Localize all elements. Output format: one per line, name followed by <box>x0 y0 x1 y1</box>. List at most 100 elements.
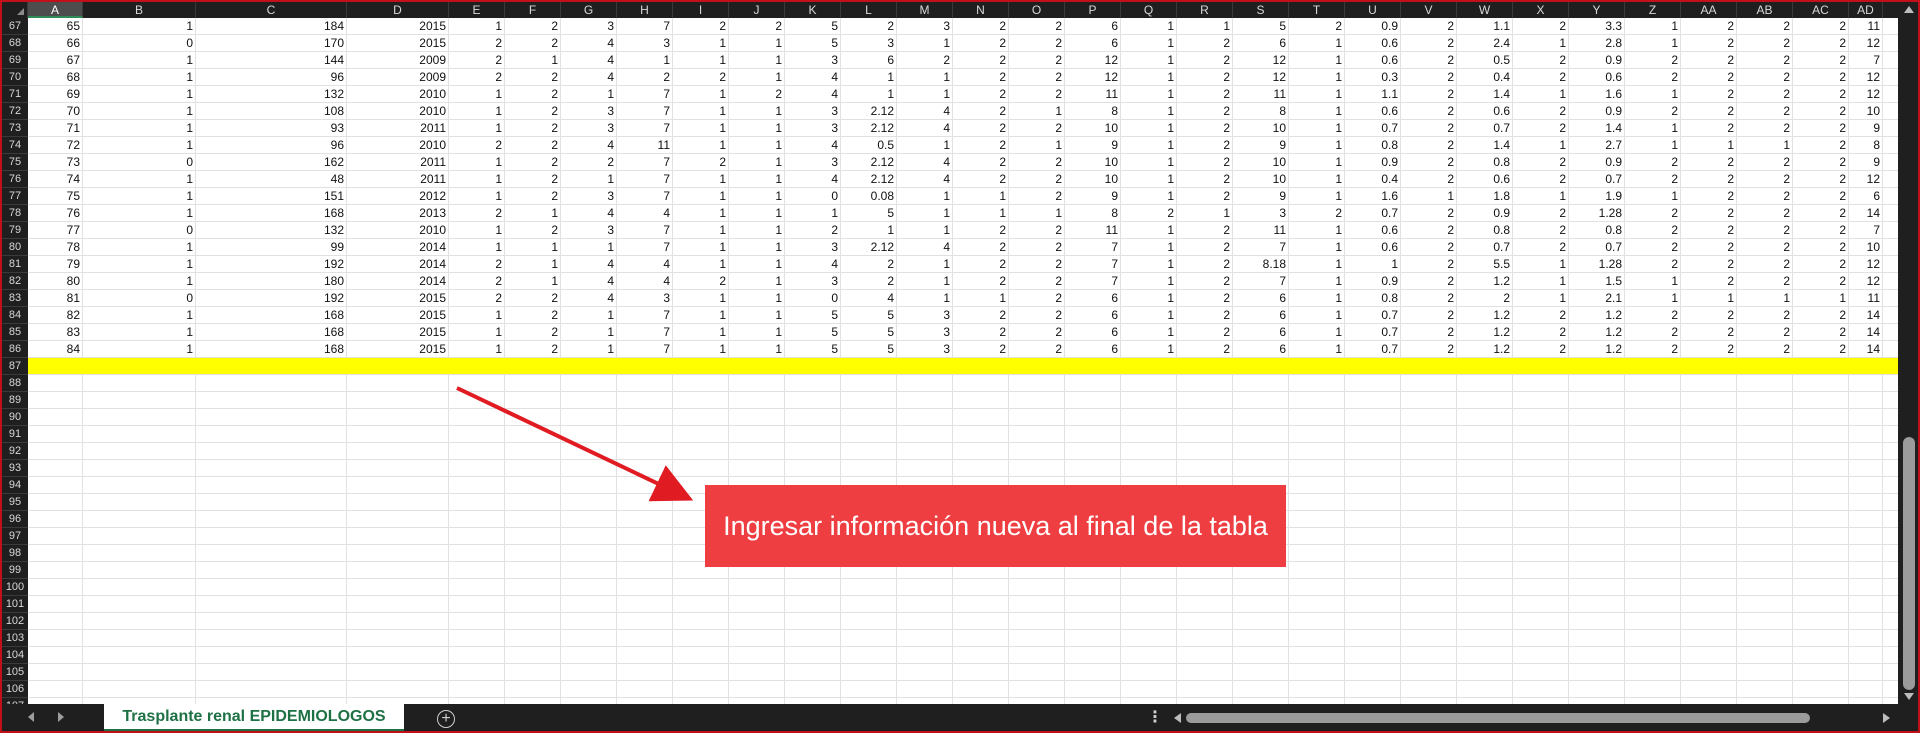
cell-m70[interactable]: 1 <box>897 69 953 86</box>
column-header-k[interactable]: K <box>785 2 841 18</box>
cell-s74[interactable]: 9 <box>1233 137 1289 154</box>
cell-z81[interactable]: 2 <box>1625 256 1681 273</box>
cell-b82[interactable]: 1 <box>83 273 196 290</box>
row-header-91[interactable]: 91 <box>2 426 28 443</box>
row-header-73[interactable]: 73 <box>2 120 28 137</box>
cell-u81[interactable]: 1 <box>1345 256 1401 273</box>
cell-e74[interactable]: 2 <box>449 137 505 154</box>
cell-p85[interactable]: 6 <box>1065 324 1121 341</box>
cell-q69[interactable]: 1 <box>1121 52 1177 69</box>
row-header-98[interactable]: 98 <box>2 545 28 562</box>
cell-a79[interactable]: 77 <box>28 222 83 239</box>
cell-aa74[interactable]: 1 <box>1681 137 1737 154</box>
cell-ad72[interactable]: 10 <box>1849 103 1883 120</box>
cell-z83[interactable]: 1 <box>1625 290 1681 307</box>
cell-b79[interactable]: 0 <box>83 222 196 239</box>
cell-s70[interactable]: 12 <box>1233 69 1289 86</box>
cell-h71[interactable]: 7 <box>617 86 673 103</box>
cell-z80[interactable]: 2 <box>1625 239 1681 256</box>
cell-z86[interactable]: 2 <box>1625 341 1681 358</box>
cell-ad71[interactable]: 12 <box>1849 86 1883 103</box>
cell-q85[interactable]: 1 <box>1121 324 1177 341</box>
cell-q71[interactable]: 1 <box>1121 86 1177 103</box>
cell-g80[interactable]: 1 <box>561 239 617 256</box>
cell-x73[interactable]: 2 <box>1513 120 1569 137</box>
cell-p72[interactable]: 8 <box>1065 103 1121 120</box>
cell-a77[interactable]: 75 <box>28 188 83 205</box>
cell-e79[interactable]: 1 <box>449 222 505 239</box>
cell-m76[interactable]: 4 <box>897 171 953 188</box>
cell-z79[interactable]: 2 <box>1625 222 1681 239</box>
cell-w71[interactable]: 1.4 <box>1457 86 1513 103</box>
cell-s84[interactable]: 6 <box>1233 307 1289 324</box>
cell-y73[interactable]: 1.4 <box>1569 120 1625 137</box>
row-header-94[interactable]: 94 <box>2 477 28 494</box>
cell-l86[interactable]: 5 <box>841 341 897 358</box>
cell-e85[interactable]: 1 <box>449 324 505 341</box>
cell-r82[interactable]: 2 <box>1177 273 1233 290</box>
cell-g81[interactable]: 4 <box>561 256 617 273</box>
cell-o76[interactable]: 2 <box>1009 171 1065 188</box>
cell-i72[interactable]: 1 <box>673 103 729 120</box>
cell-r72[interactable]: 2 <box>1177 103 1233 120</box>
cell-o79[interactable]: 2 <box>1009 222 1065 239</box>
cell-m69[interactable]: 2 <box>897 52 953 69</box>
cell-c75[interactable]: 162 <box>196 154 347 171</box>
row-header-97[interactable]: 97 <box>2 528 28 545</box>
cell-g72[interactable]: 3 <box>561 103 617 120</box>
cell-o77[interactable]: 2 <box>1009 188 1065 205</box>
cell-q74[interactable]: 1 <box>1121 137 1177 154</box>
cell-d75[interactable]: 2011 <box>347 154 449 171</box>
cell-y80[interactable]: 0.7 <box>1569 239 1625 256</box>
cell-n74[interactable]: 2 <box>953 137 1009 154</box>
cell-p81[interactable]: 7 <box>1065 256 1121 273</box>
cell-z69[interactable]: 2 <box>1625 52 1681 69</box>
cell-w74[interactable]: 1.4 <box>1457 137 1513 154</box>
cell-b81[interactable]: 1 <box>83 256 196 273</box>
cell-ad70[interactable]: 12 <box>1849 69 1883 86</box>
cell-i80[interactable]: 1 <box>673 239 729 256</box>
cell-grid[interactable]: 65 1 184 2015 1 2 3 7 2 2 5 2 3 2 2 6 1 1 5 2 0.9 2 1.1 2 3.3 1 2 2… <box>28 18 1898 704</box>
cell-h68[interactable]: 3 <box>617 35 673 52</box>
cell-j71[interactable]: 2 <box>729 86 785 103</box>
cell-o72[interactable]: 1 <box>1009 103 1065 120</box>
cell-l69[interactable]: 6 <box>841 52 897 69</box>
cell-g86[interactable]: 1 <box>561 341 617 358</box>
cell-t69[interactable]: 1 <box>1289 52 1345 69</box>
cell-t83[interactable]: 1 <box>1289 290 1345 307</box>
cell-q82[interactable]: 1 <box>1121 273 1177 290</box>
cell-n68[interactable]: 2 <box>953 35 1009 52</box>
cell-q86[interactable]: 1 <box>1121 341 1177 358</box>
cell-y83[interactable]: 2.1 <box>1569 290 1625 307</box>
row-header-104[interactable]: 104 <box>2 647 28 664</box>
cell-v77[interactable]: 1 <box>1401 188 1457 205</box>
cell-z78[interactable]: 2 <box>1625 205 1681 222</box>
row-header-67[interactable]: 67 <box>2 18 28 35</box>
cell-ac67[interactable]: 2 <box>1793 18 1849 35</box>
cell-aa76[interactable]: 2 <box>1681 171 1737 188</box>
cell-o81[interactable]: 2 <box>1009 256 1065 273</box>
cell-v85[interactable]: 2 <box>1401 324 1457 341</box>
cell-m82[interactable]: 1 <box>897 273 953 290</box>
cell-l82[interactable]: 2 <box>841 273 897 290</box>
cell-ad82[interactable]: 12 <box>1849 273 1883 290</box>
cell-c74[interactable]: 96 <box>196 137 347 154</box>
column-header-f[interactable]: F <box>505 2 561 18</box>
cell-l85[interactable]: 5 <box>841 324 897 341</box>
cell-n76[interactable]: 2 <box>953 171 1009 188</box>
cell-r85[interactable]: 2 <box>1177 324 1233 341</box>
cell-v75[interactable]: 2 <box>1401 154 1457 171</box>
cell-r83[interactable]: 2 <box>1177 290 1233 307</box>
cell-y68[interactable]: 2.8 <box>1569 35 1625 52</box>
cell-f85[interactable]: 2 <box>505 324 561 341</box>
cell-aa72[interactable]: 2 <box>1681 103 1737 120</box>
cell-q73[interactable]: 1 <box>1121 120 1177 137</box>
cell-f73[interactable]: 2 <box>505 120 561 137</box>
cell-j82[interactable]: 1 <box>729 273 785 290</box>
cell-a78[interactable]: 76 <box>28 205 83 222</box>
cell-o80[interactable]: 2 <box>1009 239 1065 256</box>
cell-s79[interactable]: 11 <box>1233 222 1289 239</box>
cell-j67[interactable]: 2 <box>729 18 785 35</box>
cell-q76[interactable]: 1 <box>1121 171 1177 188</box>
cell-ac72[interactable]: 2 <box>1793 103 1849 120</box>
